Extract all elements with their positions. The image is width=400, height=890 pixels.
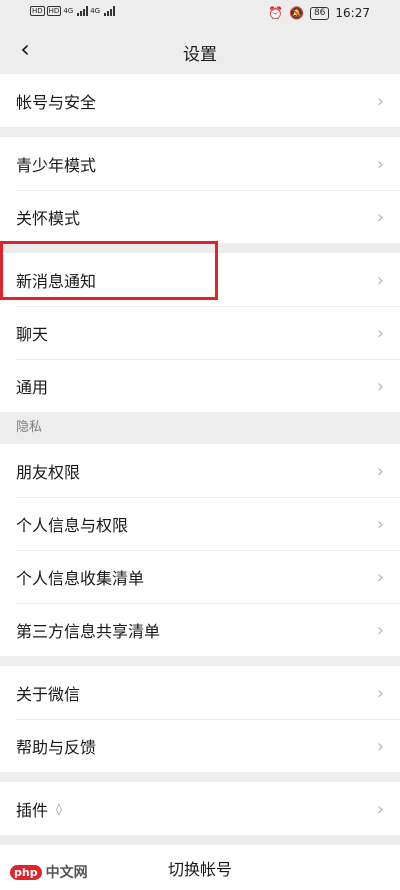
row-label: 插件 <box>16 800 49 820</box>
settings-group-plugins: 插件 ◊ › <box>0 782 400 835</box>
chevron-right-icon: › <box>376 683 384 704</box>
row-about-wechat[interactable]: 关于微信 › <box>0 666 400 719</box>
nav-bar: ‹ 设置 <box>0 28 400 74</box>
row-account-security[interactable]: 帐号与安全 › <box>0 74 400 127</box>
chevron-right-icon: › <box>376 207 384 228</box>
status-right: ⏰ 🔕 86 16:27 <box>268 6 370 20</box>
settings-group-about: 关于微信 › 帮助与反馈 › <box>0 666 400 772</box>
settings-group-mode: 青少年模式 › 关怀模式 › <box>0 137 400 243</box>
row-label: 关于微信 <box>16 684 81 704</box>
alarm-icon: ⏰ <box>268 6 283 20</box>
divider <box>0 835 400 845</box>
watermark-logo: php <box>10 864 42 880</box>
row-care-mode[interactable]: 关怀模式 › <box>0 190 400 243</box>
signal-icon <box>104 6 116 16</box>
divider <box>0 772 400 782</box>
page-title: 设置 <box>183 45 217 65</box>
row-personal-info-permissions[interactable]: 个人信息与权限 › <box>0 497 400 550</box>
signal-icon <box>77 6 89 16</box>
chevron-right-icon: › <box>376 323 384 344</box>
location-pin-icon: ◊ <box>56 801 62 816</box>
network-label: 4G <box>63 7 74 15</box>
row-general[interactable]: 通用 › <box>0 359 400 412</box>
row-friend-permissions[interactable]: 朋友权限 › <box>0 444 400 497</box>
chevron-right-icon: › <box>376 620 384 641</box>
status-bar: HD HD 4G 4G ⏰ 🔕 86 16:27 <box>0 0 400 28</box>
row-label: 帐号与安全 <box>16 92 97 112</box>
row-label: 关怀模式 <box>16 208 81 228</box>
section-header-privacy: 隐私 <box>0 412 400 444</box>
chevron-right-icon: › <box>376 799 384 820</box>
mute-icon: 🔕 <box>289 6 304 20</box>
chevron-right-icon: › <box>376 461 384 482</box>
chevron-right-icon: › <box>376 270 384 291</box>
settings-group-privacy: 朋友权限 › 个人信息与权限 › 个人信息收集清单 › 第三方信息共享清单 › <box>0 444 400 656</box>
row-plugins[interactable]: 插件 ◊ › <box>0 782 400 835</box>
chevron-right-icon: › <box>376 514 384 535</box>
highlight-box <box>0 241 218 300</box>
row-label: 帮助与反馈 <box>16 737 97 757</box>
chevron-right-icon: › <box>376 736 384 757</box>
chevron-right-icon: › <box>376 91 384 112</box>
row-label: 个人信息收集清单 <box>16 568 145 588</box>
row-chat[interactable]: 聊天 › <box>0 306 400 359</box>
row-help-feedback[interactable]: 帮助与反馈 › <box>0 719 400 772</box>
row-label: 通用 <box>16 377 49 397</box>
hd-badge: HD <box>46 6 62 16</box>
row-label: 聊天 <box>16 324 49 344</box>
switch-account-label: 切换帐号 <box>167 859 232 879</box>
watermark-text: 中文网 <box>45 865 88 881</box>
network-label: 4G <box>90 7 101 15</box>
row-third-party-sharing[interactable]: 第三方信息共享清单 › <box>0 603 400 656</box>
row-label: 第三方信息共享清单 <box>16 621 161 641</box>
status-left: HD HD 4G 4G <box>30 6 116 16</box>
divider <box>0 127 400 137</box>
divider <box>0 656 400 666</box>
battery-indicator: 86 <box>309 6 330 20</box>
row-label: 个人信息与权限 <box>16 515 129 535</box>
row-label: 朋友权限 <box>16 462 81 482</box>
row-teen-mode[interactable]: 青少年模式 › <box>0 137 400 190</box>
row-label: 青少年模式 <box>16 155 97 175</box>
row-personal-info-collection[interactable]: 个人信息收集清单 › <box>0 550 400 603</box>
chevron-right-icon: › <box>376 376 384 397</box>
hd-badge: HD <box>30 6 45 16</box>
watermark: php 中文网 <box>10 862 88 882</box>
settings-group-account: 帐号与安全 › <box>0 74 400 127</box>
clock: 16:27 <box>335 6 370 20</box>
chevron-right-icon: › <box>376 154 384 175</box>
chevron-right-icon: › <box>376 567 384 588</box>
